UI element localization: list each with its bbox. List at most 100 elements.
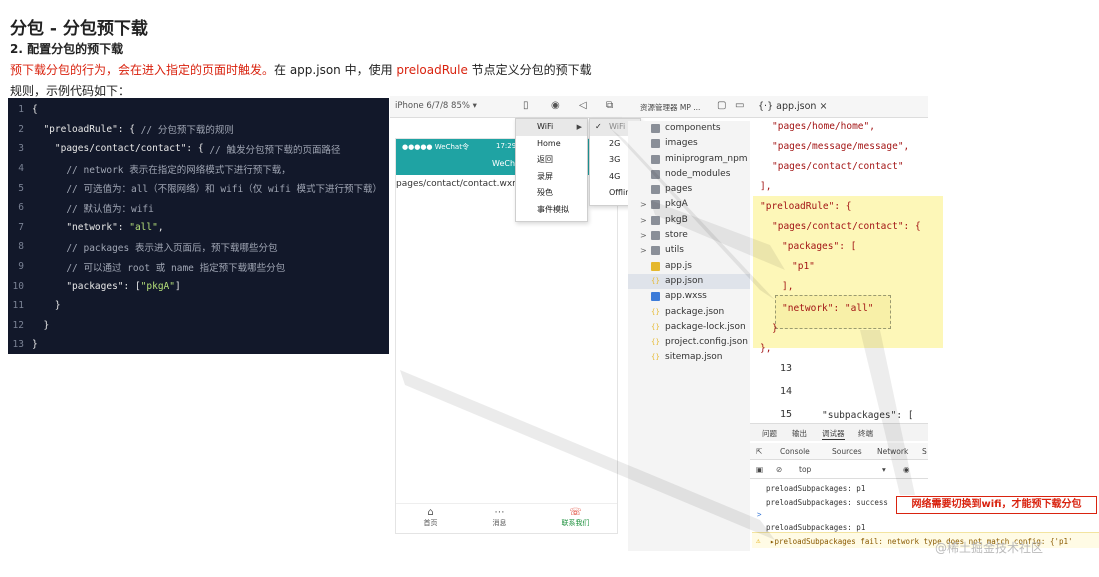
code-line: 8 // packages 表示进入页面后，预下载哪些分包 xyxy=(8,237,389,257)
panel-tab[interactable]: 输出 xyxy=(792,428,807,439)
file-tree-item[interactable]: > pkgB xyxy=(628,213,750,228)
new-folder-icon[interactable]: ▭ xyxy=(735,100,744,111)
menu-item-label: 事件模拟 xyxy=(537,204,569,214)
devtools-tab[interactable]: Console xyxy=(780,447,810,456)
editor-tab[interactable]: {·} app.json × xyxy=(750,96,928,118)
file-name: pkgA xyxy=(665,199,688,210)
simulator-context-menu: WiFi ▶ Home 返回录屏殁色事件模拟 xyxy=(515,118,588,222)
menu-item[interactable]: 事件模拟 xyxy=(516,202,587,219)
clear-icon[interactable]: ⊘ xyxy=(776,465,782,474)
console-prompt[interactable]: > xyxy=(757,510,762,519)
code-string: "pkgA" xyxy=(140,280,175,292)
file-tree-item[interactable]: {} project.config.json xyxy=(628,335,750,350)
file-tree-item[interactable]: app.wxss xyxy=(628,289,750,304)
file-name: app.wxss xyxy=(665,291,707,302)
file-tree-item[interactable]: {} app.json xyxy=(628,273,750,290)
editor-line: ], xyxy=(782,281,794,292)
code-line: 11 } xyxy=(8,296,389,316)
record-icon[interactable]: ◉ xyxy=(551,100,560,111)
file-tree-item[interactable]: > store xyxy=(628,228,750,243)
tab-item[interactable]: ⌂ 首页 xyxy=(424,504,438,533)
code-editor[interactable]: "pages/home/home", "pages/message/message… xyxy=(750,118,928,423)
editor-line: "pages/contact/contact" xyxy=(772,161,904,172)
menu-item[interactable]: 殁色 xyxy=(516,185,587,202)
menu-item[interactable]: 返回 xyxy=(516,152,587,169)
line-number: 2 xyxy=(18,123,24,135)
intro-paragraph-2: 规则，示例代码如下： xyxy=(10,84,131,98)
file-tree-item[interactable]: {} package.json xyxy=(628,305,750,320)
editor-line-number: 13 xyxy=(780,363,793,374)
file-tree-item[interactable]: > utils xyxy=(628,243,750,258)
menu-item[interactable]: WiFi ▶ xyxy=(516,119,587,136)
line-number: 1 xyxy=(18,104,24,116)
eye-icon[interactable]: ◉ xyxy=(903,465,910,474)
tab-item[interactable]: ⋯ 消息 xyxy=(493,504,507,533)
file-tree-item[interactable]: node_modules xyxy=(628,167,750,182)
expand-arrow-icon[interactable]: > xyxy=(640,197,647,212)
tab-bar: ⌂ 首页 ⋯ 消息 ☏ 联系我们 xyxy=(396,503,617,533)
editor-line: "p1" xyxy=(792,261,815,272)
menu-item[interactable]: Home xyxy=(516,136,587,153)
device-select[interactable]: iPhone 6/7/8 85% ▾ xyxy=(395,101,477,111)
window-icon[interactable]: ⧉ xyxy=(606,100,613,111)
devtools-tab[interactable]: Network xyxy=(877,447,908,456)
devtools-tab[interactable]: Sources xyxy=(832,447,862,456)
context-dropdown-icon[interactable]: ▾ xyxy=(882,465,886,474)
console-toolbar: ▣ ⊘ top ▾ ◉ xyxy=(750,461,928,479)
file-tree-item[interactable]: {} package-lock.json xyxy=(628,320,750,335)
file-tree-item[interactable]: miniprogram_npm xyxy=(628,152,750,167)
editor-line: "pages/home/home", xyxy=(772,121,875,132)
tab-icon: ⌂ xyxy=(427,507,434,518)
expand-arrow-icon[interactable]: > xyxy=(640,228,647,243)
folder-icon xyxy=(651,215,660,225)
tab-item[interactable]: ☏ 联系我们 xyxy=(562,504,590,533)
folder-icon xyxy=(651,246,660,256)
code-text: } xyxy=(32,300,61,312)
intro-end: 节点定义分包的预下载 xyxy=(467,63,592,77)
folder-icon xyxy=(651,231,660,241)
file-tree-item[interactable]: components xyxy=(628,121,750,136)
file-tree-item[interactable]: > pkgA xyxy=(628,197,750,212)
file-name: images xyxy=(665,138,698,149)
editor-line: "pages/contact/contact": { xyxy=(772,221,921,232)
expand-arrow-icon[interactable]: > xyxy=(640,243,647,258)
panel-tab[interactable]: 问题 xyxy=(762,428,777,439)
menu-item-label: 返回 xyxy=(537,155,553,164)
line-number: 9 xyxy=(18,261,24,273)
code-line: 4 // network 表示在指定的网络模式下进行预下载， xyxy=(8,159,389,179)
phone-icon[interactable]: ▯ xyxy=(523,100,529,111)
json-file-icon: {} xyxy=(651,353,660,362)
file-tree-item[interactable]: images xyxy=(628,136,750,151)
context-select[interactable]: top xyxy=(799,465,811,474)
menu-item-label: 殁色 xyxy=(537,188,553,197)
line-number: 10 xyxy=(12,280,24,292)
code-string: "all" xyxy=(129,221,158,233)
js-file-icon xyxy=(651,261,660,271)
menu-item[interactable]: 录屏 xyxy=(516,169,587,186)
panel-tabs: 问题 输出 调试器 终端 xyxy=(750,423,928,441)
expand-arrow-icon[interactable]: > xyxy=(640,213,647,228)
volume-icon[interactable]: ◁ xyxy=(579,100,587,111)
devtools-back-icon[interactable]: ⇱ xyxy=(756,447,762,456)
devtools-tab[interactable]: S xyxy=(922,447,927,456)
file-tree-item[interactable]: pages xyxy=(628,182,750,197)
explorer-toolbar: 资源管理器 MP ... ▢ ▭ xyxy=(622,96,750,118)
code-line: 12 } xyxy=(8,316,389,336)
file-name: components xyxy=(665,123,721,133)
panel-tab[interactable]: 终端 xyxy=(858,428,873,439)
code-line: 2 "preloadRule": { // 分包预下载的规则 xyxy=(8,120,389,140)
sidebar-toggle-icon[interactable]: ▣ xyxy=(756,465,763,474)
file-tree-item[interactable]: app.js xyxy=(628,259,750,274)
file-tree-item[interactable]: {} sitemap.json xyxy=(628,350,750,365)
folder-icon xyxy=(651,124,660,133)
code-punct: , xyxy=(157,221,164,233)
file-name: miniprogram_npm xyxy=(665,153,748,164)
file-name: package-lock.json xyxy=(665,321,746,332)
new-file-icon[interactable]: ▢ xyxy=(717,100,726,111)
panel-tab[interactable]: 调试器 xyxy=(822,428,845,440)
file-name: pkgB xyxy=(665,214,688,225)
file-name: store xyxy=(665,230,688,241)
log-line: preloadSubpackages: p1 xyxy=(766,523,866,532)
